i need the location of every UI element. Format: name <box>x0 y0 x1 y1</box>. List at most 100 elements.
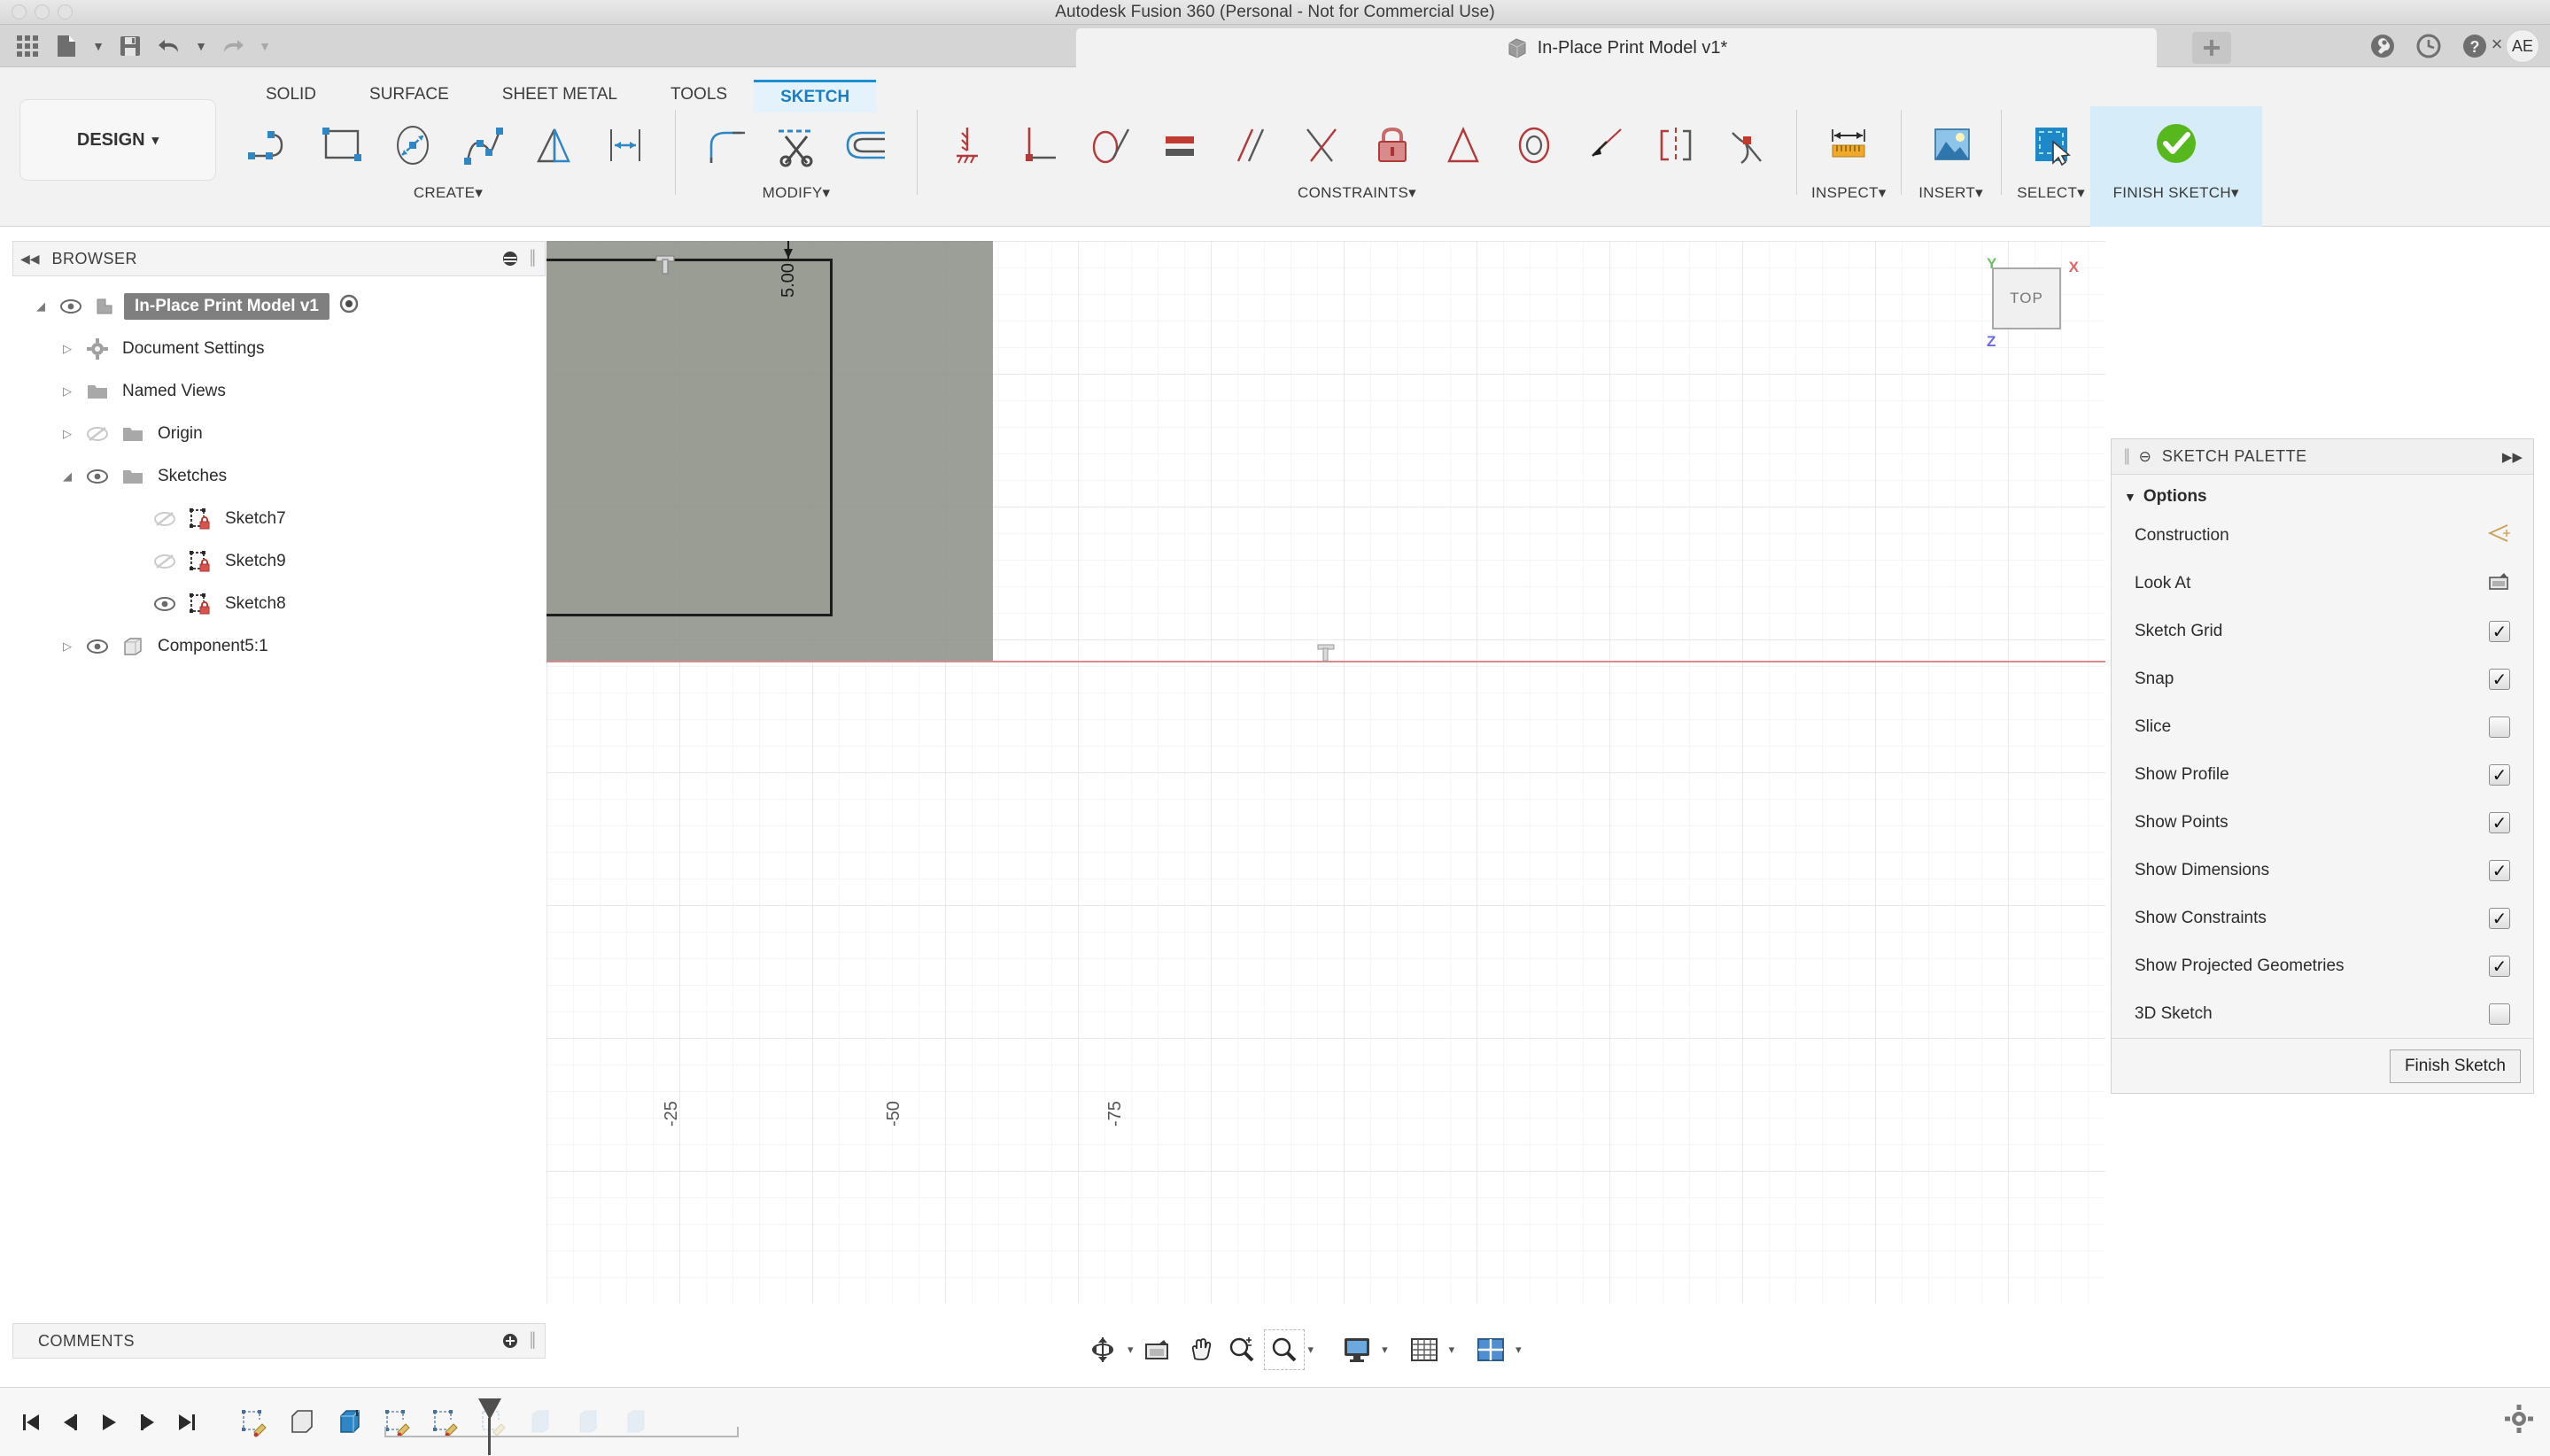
parallel-constraint-icon[interactable] <box>1215 110 1286 181</box>
palette-option-construction[interactable]: Construction <box>2112 512 2533 560</box>
palette-expand-icon[interactable]: ▶▶ <box>2502 449 2523 465</box>
show-constraints-checkbox[interactable]: ✓ <box>2489 908 2510 929</box>
orbit-icon[interactable] <box>1082 1330 1123 1369</box>
measure-icon[interactable] <box>1813 110 1884 181</box>
tree-item-sketches[interactable]: ◢ Sketches <box>12 455 546 498</box>
snap-checkbox[interactable]: ✓ <box>2489 669 2510 690</box>
three-d-sketch-checkbox[interactable] <box>2489 1003 2510 1025</box>
expand-arrow-icon[interactable]: ▷ <box>55 384 80 399</box>
palette-option-show-projected-geometries[interactable]: Show Projected Geometries ✓ <box>2112 942 2533 990</box>
palette-option-sketch-grid[interactable]: Sketch Grid ✓ <box>2112 608 2533 655</box>
visibility-eye-off-icon[interactable] <box>147 511 182 527</box>
timeline-body-feature[interactable] <box>283 1402 321 1443</box>
expand-arrow-icon[interactable]: ▷ <box>55 639 80 654</box>
mirror-tool-icon[interactable] <box>519 110 590 181</box>
offset-tool-icon[interactable] <box>832 110 903 181</box>
show-profile-checkbox[interactable]: ✓ <box>2489 764 2510 786</box>
curvature-constraint-icon[interactable] <box>1711 110 1782 181</box>
palette-option-look-at[interactable]: Look At <box>2112 560 2533 608</box>
palette-option-slice[interactable]: Slice <box>2112 703 2533 751</box>
palette-minimize-icon[interactable]: ⊖ <box>2139 448 2151 466</box>
show-projected-geometries-checkbox[interactable]: ✓ <box>2489 956 2510 977</box>
visibility-eye-off-icon[interactable] <box>147 554 182 569</box>
palette-drag-handle[interactable]: ║ <box>2122 449 2132 464</box>
avatar[interactable]: AE <box>2506 29 2539 63</box>
tangent-constraint-icon[interactable] <box>1073 110 1144 181</box>
undo-dropdown[interactable]: ▼ <box>190 28 213 64</box>
tree-item-root-component[interactable]: ◢ In-Place Print Model v1 <box>12 285 546 328</box>
timeline-marker-stem[interactable] <box>488 1417 491 1455</box>
line-tool-icon[interactable] <box>236 110 306 181</box>
palette-option-show-profile[interactable]: Show Profile ✓ <box>2112 751 2533 799</box>
show-points-checkbox[interactable]: ✓ <box>2489 812 2510 833</box>
browser-resize-handle[interactable]: ║ <box>528 251 538 267</box>
redo-dropdown[interactable]: ▼ <box>253 28 276 64</box>
concentric-constraint-icon[interactable] <box>1499 110 1570 181</box>
fix-unfix-constraint-icon[interactable] <box>1357 110 1428 181</box>
fit-dropdown-caret[interactable]: ▾ <box>1308 1343 1314 1357</box>
save-icon[interactable] <box>112 28 149 64</box>
finish-sketch-button[interactable]: Finish Sketch <box>2389 1049 2521 1083</box>
finish-sketch-check-icon[interactable] <box>2141 110 2212 181</box>
tree-item-origin[interactable]: ▷ Origin <box>12 413 546 455</box>
grid-settings-dropdown-caret[interactable]: ▾ <box>1449 1343 1455 1357</box>
look-at-camera-icon[interactable] <box>2487 570 2510 597</box>
comments-resize-handle[interactable]: ║ <box>528 1333 538 1349</box>
look-at-icon[interactable] <box>1137 1330 1176 1369</box>
midpoint-constraint-icon[interactable] <box>1428 110 1499 181</box>
viewports-icon[interactable] <box>1470 1330 1511 1369</box>
sketch-profile-rectangle[interactable] <box>546 259 833 616</box>
palette-option-show-constraints[interactable]: Show Constraints ✓ <box>2112 895 2533 942</box>
expand-arrow-icon[interactable]: ◢ <box>28 299 53 314</box>
visibility-eye-off-icon[interactable] <box>80 426 115 442</box>
orbit-dropdown-caret[interactable]: ▾ <box>1128 1343 1134 1357</box>
clock-icon[interactable] <box>2414 31 2444 61</box>
insert-image-icon[interactable] <box>1916 110 1987 181</box>
document-tab[interactable]: In-Place Print Model v1* <box>1076 28 2157 67</box>
grid-settings-icon[interactable] <box>1404 1330 1445 1369</box>
grid-apps-icon[interactable] <box>9 28 46 64</box>
fillet-tool-icon[interactable] <box>690 110 761 181</box>
timeline-marker[interactable] <box>478 1398 501 1420</box>
rectangle-tool-icon[interactable] <box>306 110 377 181</box>
display-settings-icon[interactable] <box>1337 1330 1377 1369</box>
dimension-value-label[interactable]: 5.00 <box>779 263 799 298</box>
visibility-eye-icon[interactable] <box>80 639 115 654</box>
activate-component-radio[interactable] <box>338 293 360 320</box>
palette-option-snap[interactable]: Snap ✓ <box>2112 655 2533 703</box>
viewports-dropdown-caret[interactable]: ▾ <box>1515 1343 1522 1357</box>
timeline-track[interactable] <box>384 1426 739 1437</box>
display-settings-dropdown-caret[interactable]: ▾ <box>1382 1343 1388 1357</box>
palette-option-3d-sketch[interactable]: 3D Sketch <box>2112 990 2533 1038</box>
equal-constraint-icon[interactable] <box>1144 110 1215 181</box>
view-cube[interactable]: TOP X Y Z <box>1987 255 2079 350</box>
coincident-constraint-icon[interactable] <box>932 110 1003 181</box>
timeline-extrude-feature[interactable] <box>331 1402 368 1443</box>
expand-arrow-icon[interactable]: ◢ <box>55 469 80 484</box>
circle-tool-icon[interactable] <box>377 110 448 181</box>
timeline-go-start-icon[interactable] <box>16 1405 46 1440</box>
tree-item-document-settings[interactable]: ▷ Document Settings <box>12 328 546 370</box>
tree-item-component5[interactable]: ▷ Component5:1 <box>12 625 546 668</box>
expand-arrow-icon[interactable]: ▷ <box>55 427 80 441</box>
slice-checkbox[interactable] <box>2489 716 2510 738</box>
timeline-sketch-feature[interactable] <box>236 1402 273 1443</box>
add-comment-icon[interactable] <box>501 1332 519 1350</box>
symmetry-constraint-icon[interactable] <box>1640 110 1711 181</box>
zoom-icon[interactable] <box>1222 1330 1261 1369</box>
palette-option-show-points[interactable]: Show Points ✓ <box>2112 799 2533 847</box>
palette-option-show-dimensions[interactable]: Show Dimensions ✓ <box>2112 847 2533 895</box>
perpendicular-constraint-icon[interactable] <box>1286 110 1357 181</box>
browser-collapse-icon[interactable]: ◀◀ <box>20 252 40 267</box>
browser-menu-icon[interactable] <box>501 250 519 267</box>
visibility-eye-icon[interactable] <box>147 596 182 612</box>
timeline-go-end-icon[interactable] <box>172 1405 202 1440</box>
view-cube-face[interactable]: TOP <box>1992 267 2061 329</box>
constraint-glyph[interactable] <box>1315 641 1340 666</box>
horizontal-vertical-constraint-icon[interactable] <box>1570 110 1640 181</box>
collinear-constraint-icon[interactable] <box>1003 110 1073 181</box>
trim-tool-icon[interactable] <box>761 110 832 181</box>
select-cursor-icon[interactable] <box>2016 110 2087 181</box>
timeline-step-back-icon[interactable] <box>55 1405 85 1440</box>
settings-gear-icon[interactable] <box>2504 1404 2534 1438</box>
